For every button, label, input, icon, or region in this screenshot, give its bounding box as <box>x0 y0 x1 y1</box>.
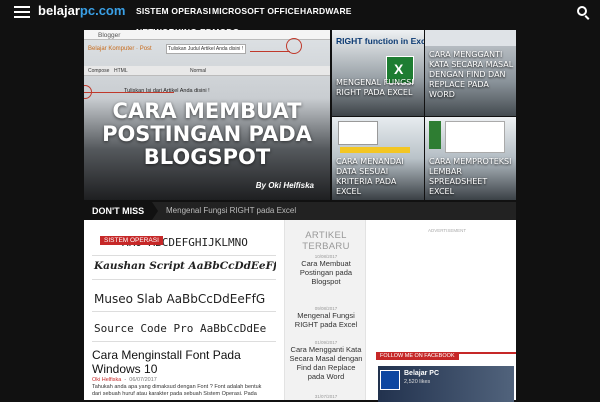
font-sample-row: Museo Slab AaBbCcDdEeFfG <box>92 290 276 312</box>
font-sample-text: Kaushan Script AaBbCcDdEeFfGgHhIi <box>94 260 276 272</box>
slide-1-thumb-heading: RIGHT function in Excel <box>336 36 424 46</box>
category-badge[interactable]: SISTEM OPERASI <box>100 236 163 245</box>
featured-slide-2[interactable]: CARA MENGGANTI KATA SECARA MASAL DENGAN … <box>425 30 516 116</box>
slide-3-caption[interactable]: CARA MENANDAI DATA SESUAI KRITERIA PADA … <box>336 157 422 197</box>
recent-article-item[interactable]: 10/08/2017 Cara Membuat Postingan pada B… <box>289 254 363 286</box>
font-sample-text: Museo Slab AaBbCcDdEeFfG <box>94 292 266 306</box>
facebook-page-card[interactable]: Belajar PC 2,520 likes <box>378 366 514 402</box>
post-title[interactable]: Cara Menginstall Font Pada Windows 10 <box>92 348 276 376</box>
font-sample-row: Source Code Pro AaBbCcDdEe <box>92 320 276 342</box>
dont-miss-ticker: DON'T MISS Mengenal Fungsi RIGHT pada Ex… <box>84 202 516 220</box>
editor-body-hint: Tuliskan Isi dari Artikel Anda disini ! <box>124 88 210 94</box>
article-title[interactable]: Mengenal Fungsi RIGHT pada Excel <box>289 311 363 329</box>
featured-slider: Blogger Belajar Komputer · Post Tuliskan… <box>84 30 516 200</box>
article-date: 31/07/2017 <box>314 394 338 399</box>
recent-article-item[interactable]: 31/07/2017 <box>289 394 363 399</box>
featured-main-author: By Oki Helfiska <box>255 181 314 190</box>
slide-4-caption[interactable]: CARA MEMPROTEKSI LEMBAR SPREADSHEET EXCE… <box>429 157 514 197</box>
recent-articles-heading: ARTIKEL TERBARU <box>302 230 350 252</box>
featured-main-slide[interactable]: Blogger Belajar Komputer · Post Tuliskan… <box>84 30 330 200</box>
post-thumbnail[interactable]: ARO ABCDEFGHIJKLMNO Kaushan Script AaBbC… <box>92 228 276 350</box>
slide-1-caption[interactable]: MENGENAL FUNGSI RIGHT PADA EXCEL <box>336 78 422 98</box>
font-sample-row: Kaushan Script AaBbCcDdEeFfGgHhIi <box>92 258 276 280</box>
featured-slide-3[interactable]: CARA MENANDAI DATA SESUAI KRITERIA PADA … <box>332 117 424 200</box>
annotation-circle <box>286 38 302 54</box>
dont-miss-headline[interactable]: Mengenal Fungsi RIGHT pada Excel <box>166 202 296 220</box>
facebook-likes-count: 2,520 likes <box>404 379 431 385</box>
editor-crumb-text: Belajar Komputer · Post <box>88 46 152 52</box>
nav-item-microsoft-office[interactable]: MICROSOFT OFFICE <box>212 6 300 16</box>
nav-item-sistem-operasi[interactable]: SISTEM OPERASI <box>136 6 211 16</box>
featured-main-title[interactable]: CARA MEMBUAT POSTINGAN PADA BLOGSPOT <box>84 100 330 169</box>
editor-tab-html: HTML <box>114 68 128 74</box>
editor-format-select: Normal <box>190 68 207 74</box>
recent-articles-sidebar: ARTIKEL TERBARU 10/08/2017 Cara Membuat … <box>284 220 366 400</box>
slide-screenshot-image: Blogger Belajar Komputer · Post Tuliskan… <box>84 30 330 99</box>
post-meta: Oki Helfiska - 06/07/2017 <box>92 377 157 383</box>
editor-tab-compose: Compose <box>88 68 110 74</box>
nav-item-hardware[interactable]: HARDWARE <box>300 6 352 16</box>
annotation-circle <box>84 85 92 99</box>
facebook-page-name[interactable]: Belajar PC <box>404 370 439 377</box>
right-sidebar: ADVERTISEMENT FOLLOW ME ON FACEBOOK Bela… <box>368 220 516 402</box>
dont-miss-label: DON'T MISS <box>84 202 153 220</box>
featured-slide-1[interactable]: RIGHT function in Excel X MENGENAL FUNGS… <box>332 30 424 116</box>
featured-slide-4[interactable]: CARA MEMPROTEKSI LEMBAR SPREADSHEET EXCE… <box>425 117 516 200</box>
article-title[interactable]: Cara Mengganti Kata Secara Masal dengan … <box>289 345 363 381</box>
editor-title-hint: Tuliskan Judul Artikel Anda disini ! <box>168 46 244 52</box>
editor-brand-text: Blogger <box>98 32 121 39</box>
post-date: 06/07/2017 <box>129 377 157 383</box>
content-area: ARO ABCDEFGHIJKLMNO Kaushan Script AaBbC… <box>84 220 516 402</box>
article-title[interactable]: Cara Membuat Postingan pada Blogspot <box>289 259 363 286</box>
hamburger-menu-icon[interactable] <box>14 6 30 18</box>
site-logo[interactable]: belajarpc.com <box>38 3 125 18</box>
dont-miss-arrow-icon <box>152 202 158 220</box>
page-avatar <box>380 370 400 390</box>
facebook-widget: FOLLOW ME ON FACEBOOK Belajar PC 2,520 l… <box>376 352 516 402</box>
recent-article-item[interactable]: 09/08/2017 Mengenal Fungsi RIGHT pada Ex… <box>289 306 363 329</box>
slide-2-caption[interactable]: CARA MENGGANTI KATA SECARA MASAL DENGAN … <box>429 50 514 100</box>
post-excerpt: Tahukah anda apa yang dimaksud dengan Fo… <box>92 384 262 397</box>
search-icon[interactable] <box>577 6 587 16</box>
font-sample-text: Source Code Pro AaBbCcDdEe <box>94 322 267 335</box>
post-author[interactable]: Oki Helfiska <box>92 377 121 383</box>
recent-article-item[interactable]: 01/09/2017 Cara Mengganti Kata Secara Ma… <box>289 340 363 381</box>
facebook-widget-label: FOLLOW ME ON FACEBOOK <box>376 352 459 360</box>
advertisement-label: ADVERTISEMENT <box>428 228 467 233</box>
